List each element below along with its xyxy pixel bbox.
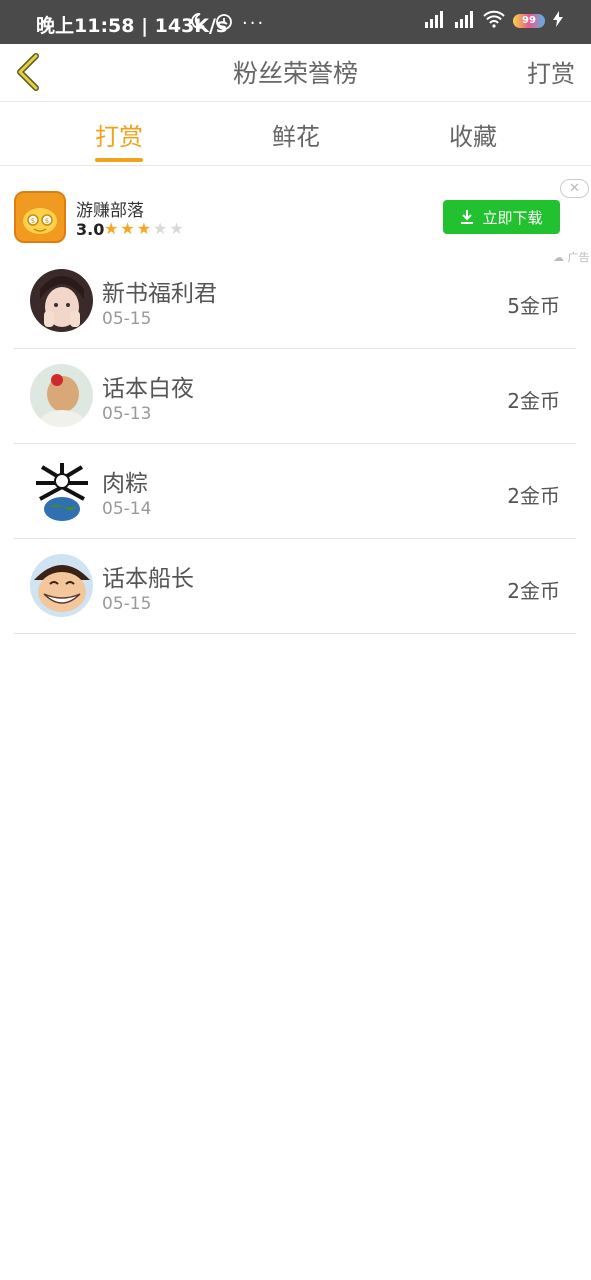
star-icon: ★ <box>104 219 121 238</box>
tip-button[interactable]: 打赏 <box>527 54 575 89</box>
star-empty-icon: ★ <box>153 219 170 238</box>
avatar[interactable] <box>30 269 93 332</box>
download-button[interactable]: 立即下载 <box>443 200 560 234</box>
moon-icon <box>188 12 206 34</box>
tip-amount: 2金币 <box>507 484 560 508</box>
status-bar: 晚上11:58 | 143K/s ··· 99 <box>0 0 591 44</box>
user-name: 话本白夜 <box>102 376 194 402</box>
app-header: 粉丝荣誉榜 打赏 <box>0 44 591 102</box>
signal-icon <box>423 10 445 32</box>
ad-rating: 3.0 <box>76 220 105 239</box>
tip-date: 05-14 <box>102 499 152 519</box>
list-item[interactable]: 肉粽 05-14 2金币 <box>14 444 576 539</box>
wifi-icon <box>483 10 505 32</box>
download-icon <box>461 210 474 224</box>
user-name: 新书福利君 <box>102 281 217 307</box>
tab-tips[interactable]: 打赏 <box>59 117 179 152</box>
avatar[interactable] <box>30 554 93 617</box>
tip-amount: 5金币 <box>507 294 560 318</box>
avatar[interactable] <box>30 459 93 522</box>
tab-bar: 打赏 鲜花 收藏 <box>0 102 591 166</box>
avatar[interactable] <box>30 364 93 427</box>
tip-date: 05-13 <box>102 404 152 424</box>
user-name: 肉粽 <box>102 471 148 497</box>
tab-flowers[interactable]: 鲜花 <box>236 117 356 152</box>
tip-amount: 2金币 <box>507 389 560 413</box>
app-icon[interactable]: $ $ <box>14 191 66 243</box>
star-icon: ★ <box>136 219 154 238</box>
tab-indicator <box>95 158 143 162</box>
signal-icon-2 <box>453 10 475 32</box>
ranking-list: 新书福利君 05-15 5金币 话本白夜 05-13 2金币 肉粽 05-14 … <box>14 254 576 634</box>
close-icon[interactable]: ✕ <box>560 179 589 198</box>
user-name: 话本船长 <box>102 566 194 592</box>
status-right-icons: 99 <box>423 10 563 32</box>
ad-app-name: 游赚部落 <box>76 201 144 221</box>
tip-date: 05-15 <box>102 309 152 329</box>
charging-icon <box>553 11 563 31</box>
battery-indicator: 99 <box>513 14 545 28</box>
status-left-icons: ··· <box>188 11 265 35</box>
list-item[interactable]: 话本船长 05-15 2金币 <box>14 539 576 634</box>
star-icon: ★ <box>120 219 137 238</box>
ad-banner[interactable]: $ $ 游赚部落 3.0 ★★★★★ 立即下载 ✕ ☁ 广告 <box>0 167 591 264</box>
list-item[interactable]: 话本白夜 05-13 2金币 <box>14 349 576 444</box>
tab-favorites[interactable]: 收藏 <box>413 117 533 152</box>
svg-text:$: $ <box>45 217 49 225</box>
more-dots-icon: ··· <box>242 12 266 34</box>
tip-amount: 2金币 <box>507 579 560 603</box>
download-label: 立即下载 <box>482 208 543 227</box>
rating-stars: ★★★★★ <box>104 219 186 238</box>
tip-date: 05-15 <box>102 594 152 614</box>
page-title: 粉丝荣誉榜 <box>232 59 358 88</box>
star-empty-icon: ★ <box>169 219 186 238</box>
list-item[interactable]: 新书福利君 05-15 5金币 <box>14 254 576 349</box>
svg-text:$: $ <box>31 217 35 225</box>
alarm-icon <box>214 11 234 35</box>
